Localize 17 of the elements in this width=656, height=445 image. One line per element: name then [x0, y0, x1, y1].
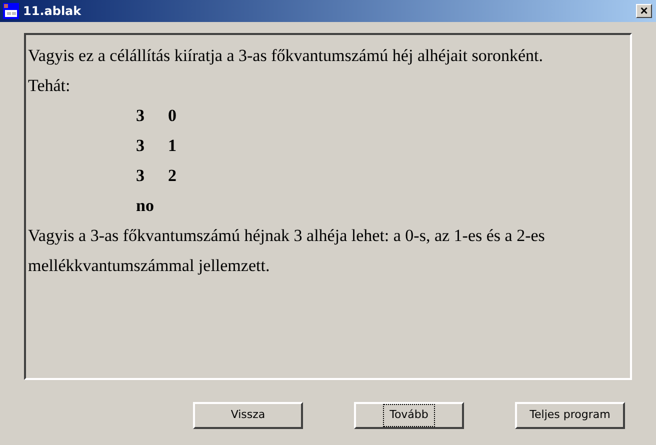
result-value: 3: [136, 135, 146, 158]
result-value: no: [136, 195, 155, 218]
result-value: 0: [168, 105, 178, 128]
dialog-button[interactable]: Tovább: [354, 402, 464, 429]
result-value: 3: [136, 165, 146, 188]
dialog-button[interactable]: Teljes program: [515, 402, 625, 429]
result-value: 3: [136, 105, 146, 128]
text-line: Vagyis a 3-as főkvantumszámú héjnak 3 alhéja lehet: a 0-s, az 1-es és a 2-es: [28, 225, 546, 248]
result-value: 2: [168, 165, 178, 188]
text-line: Tehát:: [28, 75, 72, 98]
result-value: 1: [168, 135, 178, 158]
window-icon: [3, 3, 19, 19]
window-title: 11.ablak: [23, 3, 82, 20]
text-line: mellékkvantumszámmal jellemzett.: [28, 255, 271, 278]
text-line: Vagyis ez a célállítás kiíratja a 3-as főkvantumszámú héj alhéjait soronként.: [28, 45, 544, 68]
dialog-button[interactable]: Vissza: [193, 402, 303, 429]
close-button[interactable]: ×: [636, 4, 652, 18]
